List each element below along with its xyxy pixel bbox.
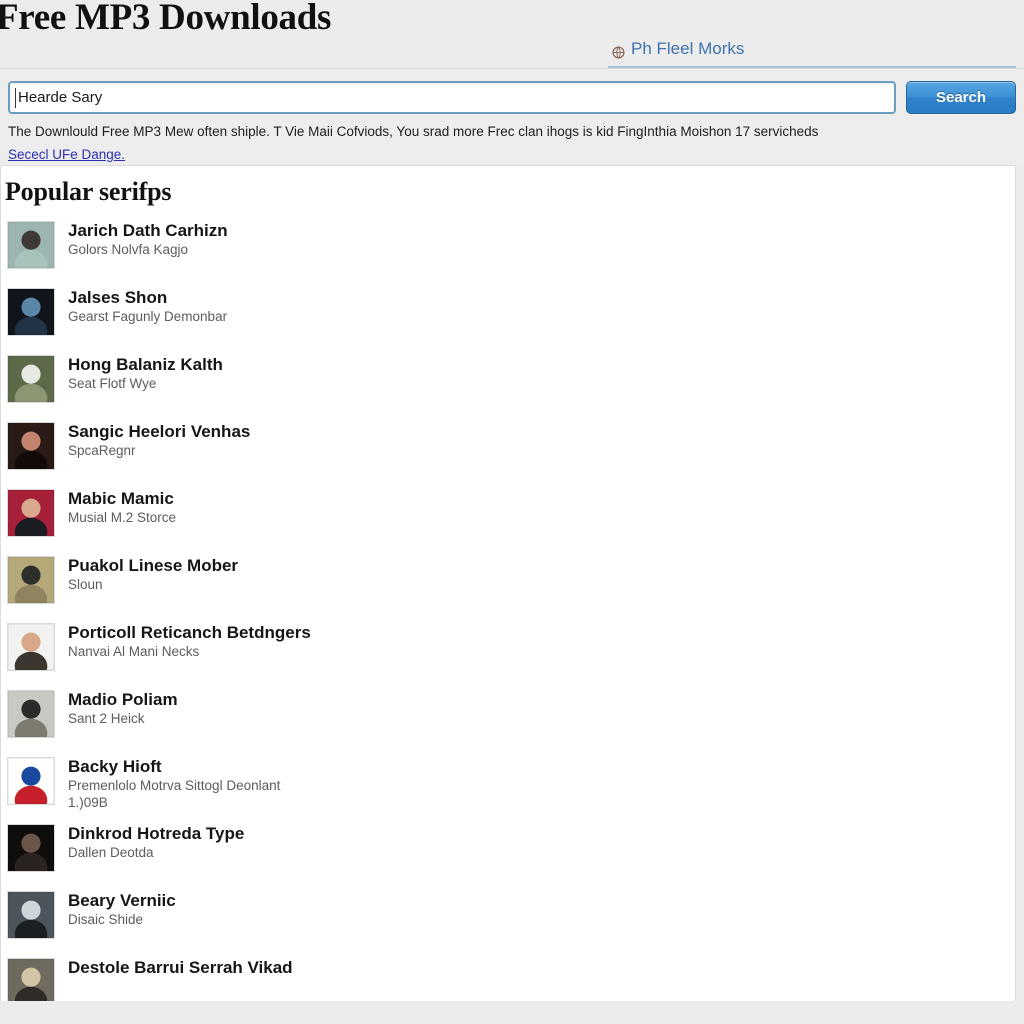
list-item-subtitle: SpcaRegnr [68,443,136,459]
list-item-subtitle: Musial M.2 Storce [68,510,177,526]
list-item[interactable]: Hong Balaniz Kalth Seat Flotf Wye [1,349,1015,416]
thumbnail-image [7,958,55,1001]
page-title: Free MP3 Downloads [0,0,332,38]
list-item-text: Mabic Mamic Musial M.2 Storce [68,483,1015,527]
thumbnail-image [7,422,55,470]
list-item-text: Backy Hioft Premenlolo Motrva Sittogl Deo… [68,751,1015,812]
list-item-text: Hong Balaniz Kalth Seat Flotf Wye [68,349,1015,393]
list-item-subtitle-secondary: 1.)09B [68,795,108,811]
thumbnail-image [7,556,55,604]
search-band: Search The Downlould Free MP3 Mew often … [0,68,1024,165]
list-item-text: Sangic Heelori Venhas SpcaRegnr [68,416,1015,460]
list-item[interactable]: Mabic Mamic Musial M.2 Storce [1,483,1015,550]
list-item[interactable]: Madio Poliam Sant 2 Heick [1,684,1015,751]
list-item-text: Dinkrod Hotreda Type Dallen Deotda [68,818,1015,862]
thumbnail-image [7,891,55,939]
list-item-subtitle: Nanvai Al Mani Necks [68,644,200,660]
list-item-title[interactable]: Jarich Dath Carhizn [68,221,1015,241]
thumbnail-image [7,288,55,336]
tab-label: Ph Fleel Morks [631,39,745,58]
thumbnail-image [7,757,55,805]
list-item[interactable]: Sangic Heelori Venhas SpcaRegnr [1,416,1015,483]
list-item-subtitle: Seat Flotf Wye [68,376,157,392]
list-item-subtitle: Golors Nolvfa Kagjo [68,242,189,258]
tabstrip: Ph Fleel Morks [608,36,1016,68]
list-item[interactable]: Dinkrod Hotreda Type Dallen Deotda [1,818,1015,885]
list-item[interactable]: Jalses Shon Gearst Fagunly Demonbar [1,282,1015,349]
list-item-title[interactable]: Backy Hioft [68,757,1015,777]
search-button[interactable]: Search [906,81,1016,114]
list-item-title[interactable]: Hong Balaniz Kalth [68,355,1015,375]
results-list: Jarich Dath Carhizn Golors Nolvfa Kagjo Ja… [1,215,1015,1001]
list-item-subtitle: Disaic Shide [68,912,144,928]
list-item-title[interactable]: Mabic Mamic [68,489,1015,509]
list-item-title[interactable]: Destole Barrui Serrah Vikad [68,958,1015,978]
list-item-title[interactable]: Porticoll Reticanch Betdngers [68,623,1015,643]
list-item-subtitle: Premenlolo Motrva Sittogl Deonlant [68,778,281,794]
list-item-subtitle: Dallen Deotda [68,845,154,861]
globe-icon [612,44,625,59]
list-item[interactable]: Porticoll Reticanch Betdngers Nanvai Al M… [1,617,1015,684]
page-header: Free MP3 Downloads Ph Fleel Morks [0,0,1024,68]
thumbnail-image [7,221,55,269]
list-item-title[interactable]: Puakol Linese Mober [68,556,1015,576]
page-root: Free MP3 Downloads Ph Fleel Morks Search [0,0,1024,1024]
list-item[interactable]: Destole Barrui Serrah Vikad [1,952,1015,1001]
list-item-subtitle: Sant 2 Heick [68,711,145,727]
list-item-text: Porticoll Reticanch Betdngers Nanvai Al M… [68,617,1015,661]
section-title: Popular serifps [5,177,172,206]
list-item-title[interactable]: Dinkrod Hotreda Type [68,824,1015,844]
list-item-title[interactable]: Jalses Shon [68,288,1015,308]
thumbnail-image [7,623,55,671]
list-item-title[interactable]: Beary Verniic [68,891,1015,911]
list-item-text: Beary Verniic Disaic Shide [68,885,1015,929]
list-item-subtitle: Gearst Fagunly Demonbar [68,309,228,325]
thumbnail-image [7,690,55,738]
list-item[interactable]: Backy Hioft Premenlolo Motrva Sittogl Deo… [1,751,1015,818]
list-item-text: Jarich Dath Carhizn Golors Nolvfa Kagjo [68,215,1015,259]
search-description-link-line: Sececl UFe Dange. [8,147,1016,162]
list-item-text: Puakol Linese Mober Sloun [68,550,1015,594]
select-life-change-link[interactable]: Sececl UFe Dange. [8,147,125,162]
search-description: The Downlould Free MP3 Mew often shiple.… [8,125,819,139]
list-item-text: Madio Poliam Sant 2 Heick [68,684,1015,728]
list-item-title[interactable]: Sangic Heelori Venhas [68,422,1015,442]
search-input[interactable] [10,83,894,112]
list-item[interactable]: Puakol Linese Mober Sloun [1,550,1015,617]
thumbnail-image [7,355,55,403]
list-item-text: Destole Barrui Serrah Vikad [68,952,1015,979]
thumbnail-image [7,489,55,537]
search-field-wrapper[interactable] [8,81,896,114]
list-item[interactable]: Jarich Dath Carhizn Golors Nolvfa Kagjo [1,215,1015,282]
results-panel: Popular serifps Jarich Dath Carhizn Golor… [0,165,1016,1001]
thumbnail-image [7,824,55,872]
list-item-title[interactable]: Madio Poliam [68,690,1015,710]
search-row: Search [8,81,1016,114]
list-item-subtitle: Sloun [68,577,103,593]
list-item[interactable]: Beary Verniic Disaic Shide [1,885,1015,952]
tab-fleel-morks[interactable]: Ph Fleel Morks [608,36,748,62]
list-item-text: Jalses Shon Gearst Fagunly Demonbar [68,282,1015,326]
